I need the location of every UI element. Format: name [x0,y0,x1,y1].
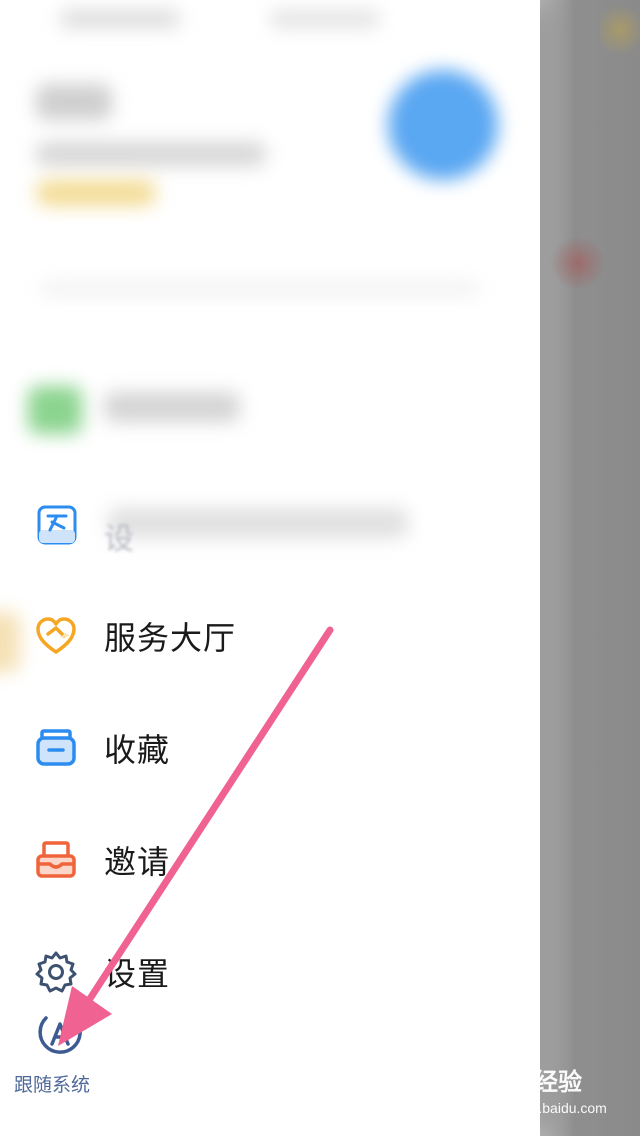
blurred-menu-label [104,392,240,422]
folder-icon [36,729,76,766]
menu-item-favorites[interactable]: 收藏 [0,708,540,788]
background-blur-accent [548,238,608,288]
side-drawer: 设 服务大厅 收藏 邀请 设置 跟随系统 [0,0,540,1136]
blurred-menu-icon [28,386,82,434]
blurred-badge [36,180,156,206]
follow-system-button[interactable]: 跟随系统 [10,1008,110,1100]
menu-label-service-hall: 服务大厅 [104,619,237,657]
id-card-icon [37,505,77,545]
inbox-invite-icon [36,841,76,878]
baidu-watermark: Bai 经验 jingyan.baidu.com [490,1062,630,1122]
watermark-brand: Bai 经验 [490,1069,583,1096]
menu-label-settings: 设置 [104,955,171,993]
follow-system-icon [38,1012,82,1054]
app-screen: 设 服务大厅 收藏 邀请 设置 跟随系统 Bai 经验 jingyan.baid… [0,0,640,1136]
gear-icon [35,951,77,993]
heart-service-icon [36,617,76,654]
blurred-user-subtitle [36,142,266,166]
follow-system-label: 跟随系统 [14,1074,91,1096]
menu-label-favorites: 收藏 [104,731,171,769]
partial-menu-label: 设 [104,522,134,557]
blurred-username [36,84,112,120]
blurred-status-text [60,10,180,28]
blurred-menu-label [108,508,408,538]
blurred-avatar [388,70,498,180]
menu-label-invite: 邀请 [104,843,171,881]
menu-item-settings[interactable]: 设置 [0,932,540,1012]
background-page-dimmed[interactable] [540,0,640,1136]
blurred-divider [40,282,480,296]
menu-item-invite[interactable]: 邀请 [0,820,540,900]
watermark-url: jingyan.baidu.com [494,1100,607,1116]
blurred-status-text [270,10,380,28]
menu-item-service-hall[interactable]: 服务大厅 [0,596,540,676]
background-blur-accent [600,0,640,60]
